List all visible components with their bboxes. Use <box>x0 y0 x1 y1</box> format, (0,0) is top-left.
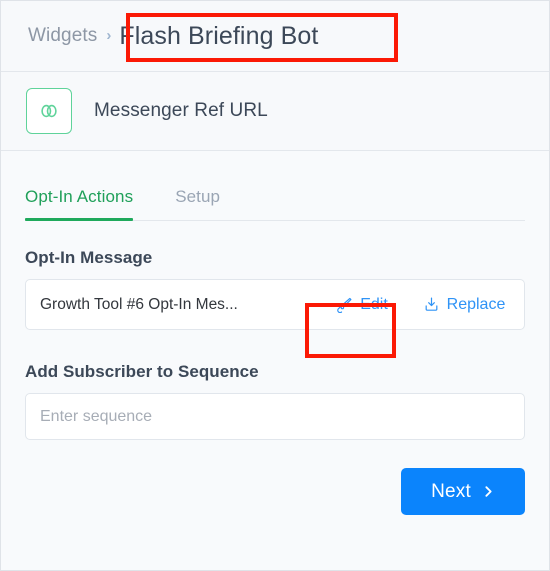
breadcrumb: Widgets › Flash Briefing Bot <box>1 1 549 72</box>
replace-button[interactable]: Replace <box>404 280 524 329</box>
panel-body: Opt-In Actions Setup Opt-In Message Grow… <box>1 151 549 570</box>
chain-link-icon <box>26 88 72 134</box>
tab-bar: Opt-In Actions Setup <box>25 151 525 221</box>
opt-in-message-label: Opt-In Message <box>25 248 153 267</box>
tab-opt-in-actions[interactable]: Opt-In Actions <box>25 187 134 221</box>
opt-in-message-value: Growth Tool #6 Opt-In Mes... <box>40 295 238 313</box>
sequence-input[interactable] <box>25 393 525 440</box>
chevron-right-icon <box>482 484 495 499</box>
next-button-label: Next <box>431 480 471 502</box>
add-subscriber-label: Add Subscriber to Sequence <box>25 362 259 381</box>
footer-actions: Next <box>25 468 525 515</box>
breadcrumb-separator-icon: › <box>106 26 112 44</box>
download-tray-icon <box>423 296 440 313</box>
breadcrumb-link-widgets[interactable]: Widgets <box>28 25 97 47</box>
edit-button[interactable]: Edit <box>320 280 404 329</box>
entity-name: Messenger Ref URL <box>94 100 268 121</box>
opt-in-message-row: Growth Tool #6 Opt-In Mes... Edit Replac… <box>25 279 525 330</box>
growth-tool-panel: Widgets › Flash Briefing Bot Messenger R… <box>0 0 550 571</box>
replace-button-label: Replace <box>446 295 506 313</box>
entity-header: Messenger Ref URL <box>1 72 549 151</box>
next-button[interactable]: Next <box>401 468 525 515</box>
tab-setup[interactable]: Setup <box>175 187 220 220</box>
pen-nib-icon <box>336 296 353 313</box>
edit-button-label: Edit <box>360 295 388 313</box>
page-title: Flash Briefing Bot <box>119 21 319 50</box>
